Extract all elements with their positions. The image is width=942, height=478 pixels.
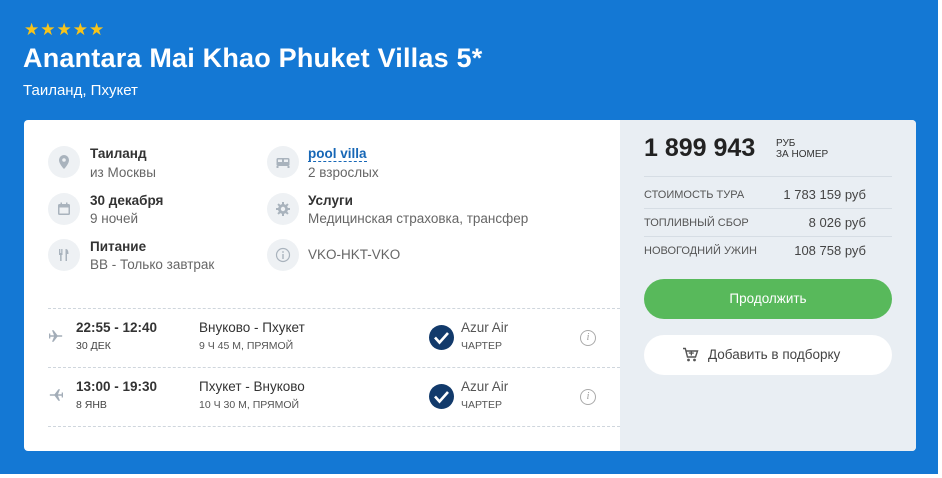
meals-sub: BB - Только завтрак	[90, 257, 215, 272]
flight-info-icon[interactable]: i	[580, 330, 596, 346]
hotel-name: Anantara Mai Khao Phuket Villas 5*	[23, 43, 483, 73]
price-row-value: 8 026 руб	[808, 215, 866, 230]
add-to-collection-label[interactable]: Добавить в подборку	[708, 335, 840, 375]
cutlery-icon	[48, 239, 80, 271]
divider	[644, 236, 892, 237]
location-pin-icon	[48, 146, 80, 178]
hotel-location: Таиланд, Пхукет	[23, 82, 138, 99]
continue-button[interactable]: Продолжить	[644, 279, 892, 319]
divider	[48, 426, 620, 427]
star-icon: ★	[40, 20, 56, 39]
tour-card: Таиланд из Москвы 30 декабря 9 ночей Пит…	[24, 120, 916, 451]
destination-sub: из Москвы	[90, 165, 156, 180]
price-row-label: Топливный сбор	[644, 217, 749, 229]
gear-icon	[267, 193, 299, 225]
airline-name: Azur Air	[461, 320, 509, 335]
room-guests: 2 взрослых	[308, 165, 379, 180]
total-price: 1 899 943	[644, 134, 756, 162]
airline-logo-icon	[429, 384, 454, 409]
price-currency: РУБ	[776, 138, 796, 149]
divider	[644, 176, 892, 177]
bed-icon	[267, 146, 299, 178]
page-edge	[938, 0, 942, 478]
price-row-label: Стоимость тура	[644, 189, 745, 201]
cart-icon	[683, 347, 699, 362]
add-to-collection-button[interactable]: Добавить в подборку	[644, 335, 892, 375]
flight-time: 13:00 - 19:30	[76, 379, 158, 394]
destination-title: Таиланд	[90, 146, 147, 161]
plane-icon	[49, 389, 63, 401]
info-icon	[267, 239, 299, 271]
flight-route: Внуково - Пхукет	[199, 320, 305, 335]
meals-title: Питание	[90, 239, 147, 254]
divider	[48, 367, 620, 368]
flight-duration: 9 Ч 45 М, ПРЯМОЙ	[199, 340, 294, 352]
plane-icon	[49, 330, 63, 342]
calendar-icon	[48, 193, 80, 225]
airline-logo-icon	[429, 325, 454, 350]
dates-title: 30 декабря	[90, 193, 164, 208]
star-icon: ★	[72, 20, 88, 39]
route-code: VKO-HKT-VKO	[308, 247, 401, 262]
dates-sub: 9 ночей	[90, 211, 139, 226]
flight-type: ЧАРТЕР	[461, 399, 502, 411]
services-title: Услуги	[308, 193, 353, 208]
price-row-label: Новогодний ужин	[644, 245, 757, 257]
star-icon: ★	[89, 20, 105, 39]
flight-date: 8 ЯНВ	[76, 399, 107, 411]
star-icon: ★	[24, 20, 40, 39]
price-row-value: 1 783 159 руб	[783, 187, 866, 202]
star-icon: ★	[56, 20, 72, 39]
star-rating: ★ ★ ★ ★ ★	[24, 21, 104, 39]
room-type-label[interactable]: pool villa	[308, 146, 367, 162]
flight-duration: 10 Ч 30 М, ПРЯМОЙ	[199, 399, 300, 411]
services-sub: Медицинская страховка, трансфер	[308, 211, 529, 226]
divider	[48, 308, 620, 309]
flight-date: 30 ДЕК	[76, 340, 111, 352]
airline-name: Azur Air	[461, 379, 509, 394]
price-row-value: 108 758 руб	[794, 243, 866, 258]
flight-route: Пхукет - Внуково	[199, 379, 305, 394]
flight-type: ЧАРТЕР	[461, 340, 502, 352]
room-type-link[interactable]: pool villa	[308, 146, 367, 162]
flight-info-icon[interactable]: i	[580, 389, 596, 405]
divider	[644, 208, 892, 209]
price-per: ЗА НОМЕР	[776, 149, 829, 160]
flight-time: 22:55 - 12:40	[76, 320, 158, 335]
